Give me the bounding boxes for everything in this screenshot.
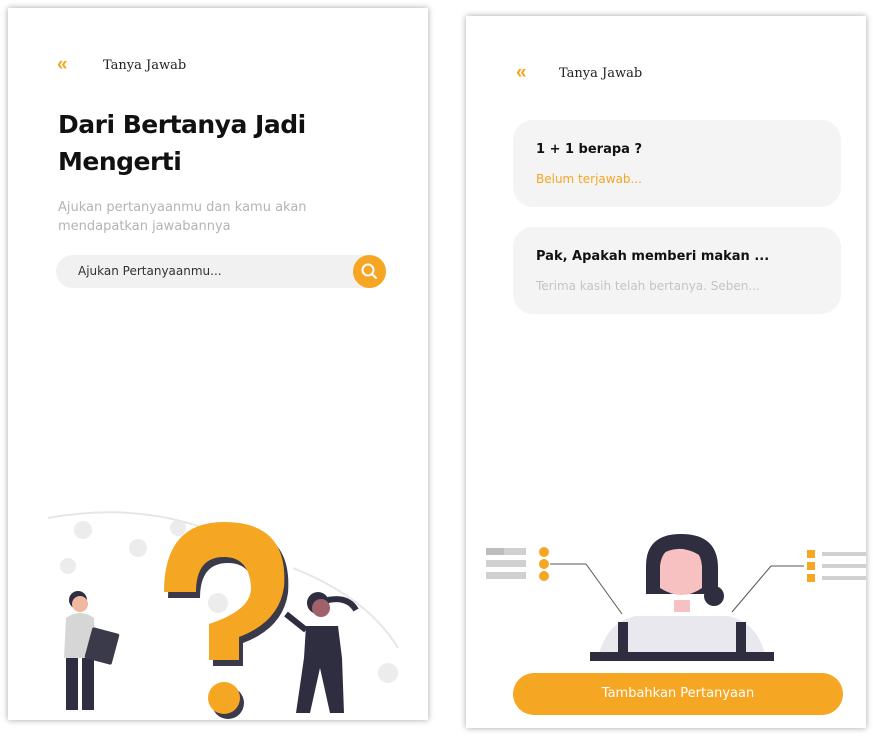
answer-preview: Belum terjawab... bbox=[536, 172, 642, 186]
add-question-button[interactable]: Tambahkan Pertanyaan bbox=[513, 673, 843, 715]
headline: Dari Bertanya Jadi Mengerti bbox=[58, 110, 306, 176]
subtitle: Ajukan pertanyaanmu dan kamu akan mendap… bbox=[58, 200, 307, 234]
ask-screen: « Tanya Jawab Dari Bertanya Jadi Mengert… bbox=[8, 8, 428, 720]
page-title: Tanya Jawab bbox=[559, 66, 643, 81]
question-list-screen: « Tanya Jawab 1 + 1 berapa ? Belum terja… bbox=[466, 16, 866, 728]
question-text: Pak, Apakah memberi makan ... bbox=[536, 249, 770, 264]
page-title: Tanya Jawab bbox=[103, 58, 187, 73]
answer-preview: Terima kasih telah bertanya. Seben... bbox=[536, 279, 760, 293]
question-people-illustration bbox=[47, 511, 399, 719]
question-text: 1 + 1 berapa ? bbox=[536, 142, 643, 157]
search-bar[interactable]: Ajukan Pertanyaanmu... bbox=[56, 255, 386, 288]
search-icon bbox=[361, 263, 377, 279]
question-card[interactable]: 1 + 1 berapa ? Belum terjawab... bbox=[513, 120, 841, 207]
double-chevron-left-icon[interactable]: « bbox=[57, 54, 67, 76]
search-input[interactable]: Ajukan Pertanyaanmu... bbox=[78, 255, 222, 288]
double-chevron-left-icon[interactable]: « bbox=[516, 62, 526, 84]
woman-list-illustration bbox=[486, 534, 866, 661]
search-button[interactable] bbox=[353, 255, 386, 288]
question-card[interactable]: Pak, Apakah memberi makan ... Terima kas… bbox=[513, 227, 841, 314]
